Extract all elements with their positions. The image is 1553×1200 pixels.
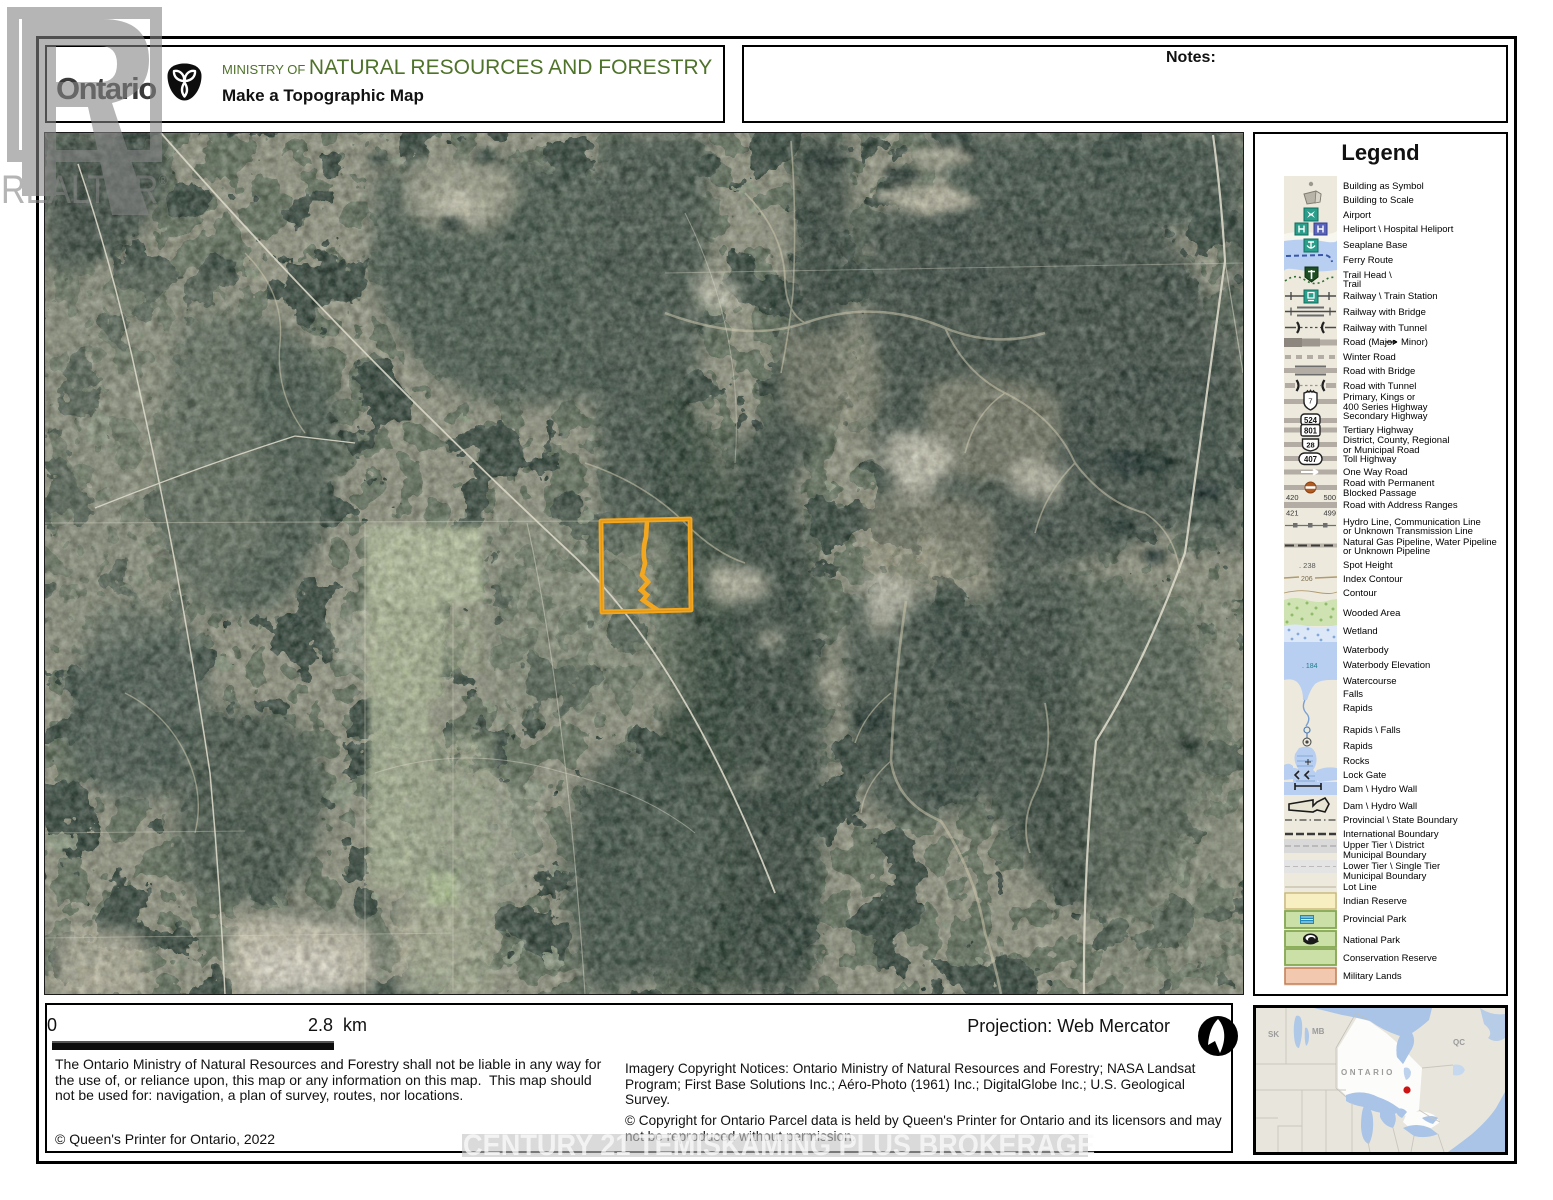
svg-text:206: 206: [1301, 576, 1313, 583]
svg-text:Road with Bridge: Road with Bridge: [1343, 366, 1415, 377]
svg-text:or Unknown Transmission Line: or Unknown Transmission Line: [1343, 526, 1473, 537]
svg-text:Ferry Route: Ferry Route: [1343, 255, 1393, 266]
svg-text:Rapids: Rapids: [1343, 741, 1373, 752]
svg-text:MB: MB: [1312, 1027, 1325, 1036]
svg-text:Lock Gate: Lock Gate: [1343, 770, 1386, 781]
svg-text:Spot Height: Spot Height: [1343, 560, 1393, 571]
svg-text:7: 7: [1308, 397, 1312, 406]
svg-text:National Park: National Park: [1343, 935, 1400, 946]
svg-text:801: 801: [1304, 427, 1318, 436]
svg-text:Airport: Airport: [1343, 210, 1371, 221]
svg-text:Minor): Minor): [1401, 337, 1428, 348]
svg-text:524: 524: [1304, 416, 1318, 425]
svg-text:QC: QC: [1453, 1038, 1465, 1047]
svg-text:Road with Address Ranges: Road with Address Ranges: [1343, 500, 1458, 511]
svg-text:Heliport \ Hospital Heliport: Heliport \ Hospital Heliport: [1343, 224, 1454, 235]
svg-text:28: 28: [1306, 441, 1314, 450]
svg-text:Railway \ Train Station: Railway \ Train Station: [1343, 291, 1438, 302]
svg-text:Rapids \ Falls: Rapids \ Falls: [1343, 725, 1401, 736]
svg-text:499: 499: [1323, 509, 1336, 518]
svg-text:Building as Symbol: Building as Symbol: [1343, 181, 1424, 192]
svg-text:Dam \ Hydro Wall: Dam \ Hydro Wall: [1343, 784, 1417, 795]
svg-text:. 238: . 238: [1299, 561, 1316, 570]
svg-text:Winter Road: Winter Road: [1343, 352, 1396, 363]
svg-text:Waterbody: Waterbody: [1343, 645, 1389, 656]
svg-text:420: 420: [1286, 493, 1299, 502]
svg-text:ONTARIO: ONTARIO: [1341, 1068, 1395, 1077]
svg-text:Lot Line: Lot Line: [1343, 882, 1377, 893]
svg-text:Seaplane Base: Seaplane Base: [1343, 240, 1407, 251]
svg-text:Railway with Bridge: Railway with Bridge: [1343, 307, 1426, 318]
svg-text:Dam \ Hydro Wall: Dam \ Hydro Wall: [1343, 801, 1417, 812]
svg-text:Trail: Trail: [1343, 279, 1361, 290]
svg-text:Blocked Passage: Blocked Passage: [1343, 488, 1416, 499]
svg-text:Indian Reserve: Indian Reserve: [1343, 896, 1407, 907]
svg-text:Contour: Contour: [1343, 588, 1377, 599]
svg-text:. 184: . 184: [1302, 663, 1318, 670]
svg-text:Municipal Boundary: Municipal Boundary: [1343, 871, 1427, 882]
svg-text:Provincial \ State Boundary: Provincial \ State Boundary: [1343, 815, 1458, 826]
svg-text:Municipal Boundary: Municipal Boundary: [1343, 850, 1427, 861]
svg-text:Road with Tunnel: Road with Tunnel: [1343, 381, 1416, 392]
svg-text:Railway with Tunnel: Railway with Tunnel: [1343, 323, 1427, 334]
svg-text:Waterbody Elevation: Waterbody Elevation: [1343, 660, 1430, 671]
svg-text:Wooded Area: Wooded Area: [1343, 608, 1401, 619]
svg-text:500: 500: [1323, 493, 1336, 502]
svg-text:Toll Highway: Toll Highway: [1343, 454, 1397, 465]
svg-text:Rapids: Rapids: [1343, 703, 1373, 714]
svg-text:or Unknown Pipeline: or Unknown Pipeline: [1343, 546, 1430, 557]
svg-text:Falls: Falls: [1343, 689, 1363, 700]
svg-text:Watercourse: Watercourse: [1343, 676, 1397, 687]
svg-text:Provincial Park: Provincial Park: [1343, 914, 1407, 925]
svg-text:Wetland: Wetland: [1343, 626, 1378, 637]
svg-text:Conservation Reserve: Conservation Reserve: [1343, 953, 1437, 964]
svg-text:Building to Scale: Building to Scale: [1343, 195, 1414, 206]
svg-text:One Way Road: One Way Road: [1343, 467, 1408, 478]
svg-text:407: 407: [1304, 455, 1317, 464]
svg-text:Secondary Highway: Secondary Highway: [1343, 411, 1428, 422]
svg-text:International Boundary: International Boundary: [1343, 829, 1439, 840]
svg-text:Index Contour: Index Contour: [1343, 574, 1403, 585]
svg-text:Rocks: Rocks: [1343, 756, 1370, 767]
svg-text:Military Lands: Military Lands: [1343, 971, 1402, 982]
svg-text:SK: SK: [1268, 1030, 1279, 1039]
svg-text:421: 421: [1286, 509, 1299, 518]
